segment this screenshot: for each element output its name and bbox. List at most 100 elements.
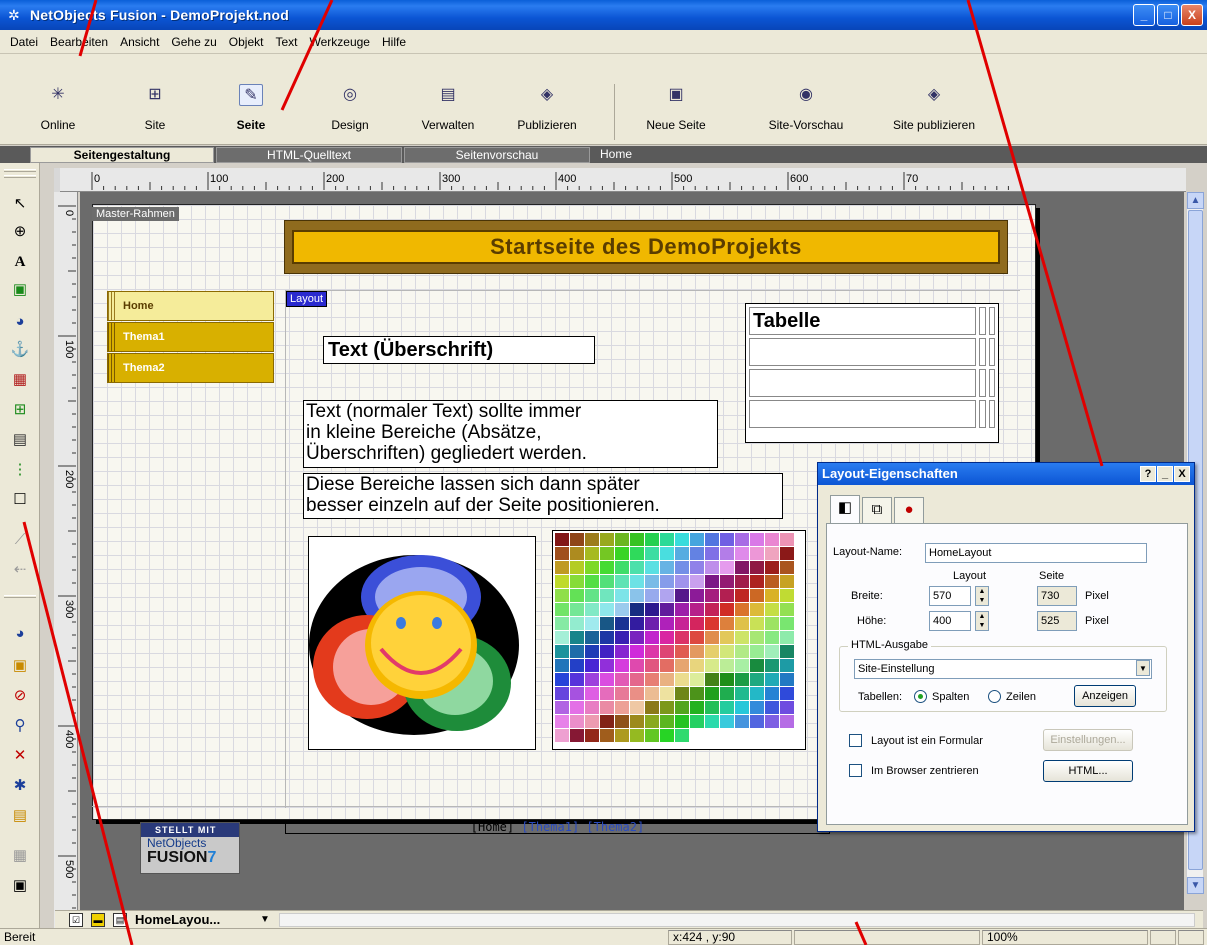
table-tool-icon[interactable]: ⊞ — [9, 399, 31, 421]
dialog-minimize-button[interactable]: _ — [1157, 466, 1173, 482]
page-banner[interactable]: Startseite des DemoProjekts — [284, 220, 1008, 274]
anchor-icon[interactable]: ⚓ — [9, 339, 31, 361]
dialog-close-button[interactable]: X — [1174, 466, 1190, 482]
text-navigation[interactable]: [Home] [Thema1] [Thema2] — [285, 820, 830, 834]
layout-name-selector[interactable]: HomeLayou... — [135, 912, 220, 927]
select-arrow-icon[interactable]: ↖ — [9, 193, 31, 215]
table-cell[interactable] — [749, 338, 977, 366]
puzzle-icon[interactable]: ✱ — [9, 775, 31, 797]
navigation-bar[interactable]: Home Thema1 Thema2 — [107, 291, 274, 384]
table-header-cell[interactable]: Tabelle — [749, 307, 977, 335]
paragraph-text-box-2[interactable]: Diese Bereiche lassen sich dann später b… — [303, 473, 783, 519]
close-button[interactable]: X — [1181, 4, 1203, 26]
menu-hilfe[interactable]: Hilfe — [376, 35, 412, 49]
nav-button-home[interactable]: Home — [107, 291, 274, 321]
link-tool-icon[interactable]: ◕ — [9, 311, 31, 333]
table-cell[interactable] — [988, 369, 995, 397]
layout-label[interactable]: Layout — [286, 291, 328, 307]
table-cell[interactable] — [979, 338, 986, 366]
master-view-icon[interactable]: ▬ — [91, 913, 105, 927]
menu-text[interactable]: Text — [269, 35, 303, 49]
chevron-down-icon[interactable]: ▼ — [257, 912, 273, 928]
html-output-select[interactable]: Site-Einstellung — [854, 659, 1152, 679]
maximize-button[interactable]: □ — [1157, 4, 1179, 26]
dialog-help-button[interactable]: ? — [1140, 466, 1156, 482]
table-cell[interactable] — [979, 400, 986, 428]
center-checkbox[interactable] — [849, 764, 862, 777]
toolbar-site-vorschau-button[interactable]: ◉ Site-Vorschau — [756, 84, 856, 132]
table-cell[interactable] — [749, 369, 977, 397]
menu-objekt[interactable]: Objekt — [223, 35, 270, 49]
tab-seitenvorschau[interactable]: Seitenvorschau — [404, 147, 590, 163]
show-button[interactable]: Anzeigen — [1074, 685, 1136, 707]
layout-name-input[interactable]: HomeLayout — [925, 543, 1147, 563]
toolbar-publizieren-button[interactable]: ◈ Publizieren — [504, 84, 590, 132]
menu-datei[interactable]: Datei — [4, 35, 44, 49]
table-cell[interactable] — [749, 400, 977, 428]
form-tool-icon[interactable]: ▤ — [9, 429, 31, 451]
chevron-down-icon[interactable]: ▼ — [1136, 660, 1150, 676]
toolbar-online-button[interactable]: ✳ Online — [30, 84, 86, 132]
menu-bearbeiten[interactable]: Bearbeiten — [44, 35, 114, 49]
component-icon[interactable]: ▣ — [9, 655, 31, 677]
menu-werkzeuge[interactable]: Werkzeuge — [304, 35, 376, 49]
line-tool-icon[interactable]: ⟋ — [9, 529, 31, 551]
table-cell[interactable] — [988, 307, 995, 335]
layout-width-input[interactable]: 570 — [929, 586, 971, 606]
navbar-tool-icon[interactable]: ▦ — [9, 369, 31, 391]
tab-seitengestaltung[interactable]: Seitengestaltung — [30, 147, 214, 163]
zoom-icon[interactable]: ⊕ — [9, 221, 31, 243]
tab-html-quelltext[interactable]: HTML-Quelltext — [216, 147, 402, 163]
globe-icon[interactable]: ◕ — [9, 623, 31, 645]
table-cell[interactable] — [988, 338, 995, 366]
html-button[interactable]: HTML... — [1043, 760, 1133, 782]
ruler-vertical[interactable]: 0 100 200 300 400 500 — [54, 192, 78, 928]
forbidden-icon[interactable]: ⊘ — [9, 685, 31, 707]
menu-ansicht[interactable]: Ansicht — [114, 35, 165, 49]
list-icon[interactable]: ▤ — [9, 805, 31, 827]
table-object[interactable]: Tabelle — [745, 303, 999, 443]
layout-height-input[interactable]: 400 — [929, 611, 971, 631]
table-cell[interactable] — [979, 369, 986, 397]
toolbar-seite-button[interactable]: ✎ Seite — [226, 84, 276, 132]
footer-link-home[interactable]: [Home] — [471, 820, 514, 834]
tab-background[interactable]: ⧉ — [862, 497, 892, 523]
arrow-tool-icon[interactable]: ⇠ — [9, 559, 31, 581]
tab-layout-properties[interactable]: ◧ — [830, 495, 860, 523]
color-palette-image[interactable] — [552, 530, 806, 750]
layout-view-icon[interactable]: ☑ — [69, 913, 83, 927]
radio-columns[interactable] — [914, 690, 927, 703]
footer-link-thema1[interactable]: [Thema1] — [521, 820, 579, 834]
minimize-button[interactable]: _ — [1133, 4, 1155, 26]
heading-text-box[interactable]: Text (Überschrift) — [323, 336, 595, 364]
rotate-icon[interactable]: ✕ — [9, 745, 31, 767]
image-tool-icon[interactable]: ▣ — [9, 279, 31, 301]
paragraph-text-box[interactable]: Text (normaler Text) sollte immer in kle… — [303, 400, 718, 468]
scroll-up-icon[interactable]: ▲ — [1187, 192, 1204, 209]
frame-icon[interactable]: ▣ — [9, 875, 31, 897]
text-tool-icon[interactable]: A — [9, 251, 31, 273]
settings-button[interactable]: Einstellungen... — [1043, 729, 1133, 751]
search-icon[interactable]: ⚲ — [9, 715, 31, 737]
height-spinner[interactable]: ▲ ▼ — [975, 611, 989, 631]
layout-list-icon[interactable]: ▤ — [113, 913, 127, 927]
radio-rows[interactable] — [988, 690, 1001, 703]
menu-gehe-zu[interactable]: Gehe zu — [165, 35, 222, 49]
table-cell[interactable] — [988, 400, 995, 428]
footer-link-thema2[interactable]: [Thema2] — [586, 820, 644, 834]
toolbar-neue-seite-button[interactable]: ▣ Neue Seite — [636, 84, 716, 132]
horizontal-scrollbar[interactable] — [279, 913, 1195, 927]
tab-actions[interactable]: ● — [894, 497, 924, 523]
toolbar-site-button[interactable]: ⊞ Site — [130, 84, 180, 132]
list-tool-icon[interactable]: ⋮ — [9, 459, 31, 481]
table-cell[interactable] — [979, 307, 986, 335]
toolbar-design-button[interactable]: ◎ Design — [320, 84, 380, 132]
toolbar-verwalten-button[interactable]: ▤ Verwalten — [410, 84, 486, 132]
nav-button-thema2[interactable]: Thema2 — [107, 353, 274, 383]
form-checkbox[interactable] — [849, 734, 862, 747]
smiley-image[interactable] — [308, 536, 536, 750]
ruler-horizontal[interactable]: 0 100 200 300 400 500 600 70 — [60, 168, 1186, 192]
grid-icon[interactable]: ▦ — [9, 845, 31, 867]
dialog-title-bar[interactable]: Layout-Eigenschaften — [818, 463, 1194, 485]
nav-button-thema1[interactable]: Thema1 — [107, 322, 274, 352]
